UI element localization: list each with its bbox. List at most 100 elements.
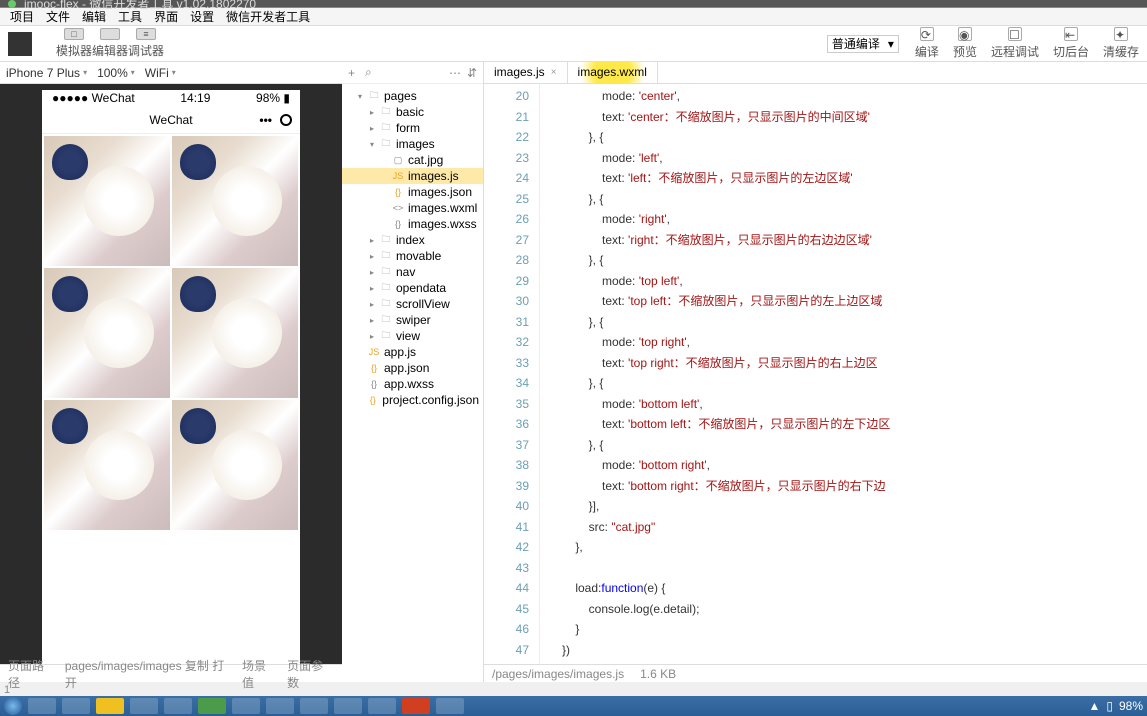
tree-collapse-icon[interactable]: ⇵ <box>467 66 477 80</box>
status-time: 14:19 <box>180 91 210 105</box>
images-grid <box>42 134 300 532</box>
footer-path-label: 页面路径 <box>8 657 55 691</box>
tree-item-images[interactable]: ▾🗀images <box>342 136 483 152</box>
code-content[interactable]: mode: 'center', text: 'center：不缩放图片，只显示图… <box>540 84 1147 664</box>
tree-item-view[interactable]: ▸🗀view <box>342 328 483 344</box>
tree-item-images.wxml[interactable]: <>images.wxml <box>342 200 483 216</box>
tree-item-form[interactable]: ▸🗀form <box>342 120 483 136</box>
tab-close-icon[interactable]: × <box>551 67 557 78</box>
taskbar-item[interactable] <box>436 698 464 714</box>
tree-item-app.json[interactable]: {}app.json <box>342 360 483 376</box>
footer-path-value[interactable]: pages/images/images 复制 打开 <box>65 657 232 691</box>
tree-toolbar: + ⌕ ⋯ ⇵ <box>342 62 483 84</box>
menu-item[interactable]: 工具 <box>114 8 146 25</box>
line-number-overlay: 1 <box>4 684 10 696</box>
toolbar-编译[interactable]: ⟳编译 <box>915 27 939 60</box>
taskbar-item[interactable] <box>130 698 158 714</box>
menu-item[interactable]: 微信开发者工具 <box>222 8 314 25</box>
tree-item-images.wxss[interactable]: {}images.wxss <box>342 216 483 232</box>
image-preview <box>44 400 170 530</box>
menu-dots-icon[interactable]: ••• <box>259 113 272 127</box>
menu-item[interactable]: 项目 <box>6 8 38 25</box>
tree-item-index[interactable]: ▸🗀index <box>342 232 483 248</box>
image-preview <box>172 400 298 530</box>
simulator-footer: 页面路径 pages/images/images 复制 打开 场景值 页面参数 <box>0 664 342 682</box>
nav-title: WeChat <box>149 113 192 127</box>
close-circle-icon[interactable] <box>280 114 292 126</box>
taskbar-item[interactable] <box>198 698 226 714</box>
simulator-panel: iPhone 7 Plus▾ 100%▾ WiFi▾ ●●●●● WeChat … <box>0 62 342 682</box>
menu-item[interactable]: 编辑 <box>78 8 110 25</box>
menu-item[interactable]: 设置 <box>186 8 218 25</box>
tree-item-nav[interactable]: ▸🗀nav <box>342 264 483 280</box>
line-gutter: 2021222324252627282930313233343536373839… <box>484 84 540 664</box>
editor-footer: /pages/images/images.js 1.6 KB <box>484 664 1147 682</box>
device-select[interactable]: iPhone 7 Plus▾ <box>6 66 87 80</box>
panel-toggle-group: □模拟器编辑器≡调试器 <box>56 28 164 59</box>
tree-item-app.wxss[interactable]: {}app.wxss <box>342 376 483 392</box>
footer-params[interactable]: 页面参数 <box>287 657 334 691</box>
toolbar-远程调试[interactable]: ☐远程调试 <box>991 27 1039 60</box>
taskbar-item[interactable] <box>266 698 294 714</box>
compile-mode-select[interactable]: 普通编译 ▾ <box>827 35 899 53</box>
tray-icon[interactable]: ▲ <box>1088 699 1100 713</box>
search-icon[interactable]: ⌕ <box>365 65 372 80</box>
toolbar-预览[interactable]: ◉预览 <box>953 27 977 60</box>
tree-item-cat.jpg[interactable]: ▢cat.jpg <box>342 152 483 168</box>
os-taskbar: ▲ ▯ 98% <box>0 696 1147 716</box>
network-select[interactable]: WiFi▾ <box>145 66 176 80</box>
tree-item-movable[interactable]: ▸🗀movable <box>342 248 483 264</box>
zoom-select[interactable]: 100%▾ <box>97 66 135 80</box>
window-titlebar: imooc-flex - 微信开发者工具 v1.02.1802270 <box>0 0 1147 8</box>
editor-file-size: 1.6 KB <box>640 667 676 681</box>
taskbar-item[interactable] <box>4 697 22 715</box>
tree-item-images.js[interactable]: JSimages.js <box>342 168 483 184</box>
taskbar-item[interactable] <box>62 698 90 714</box>
footer-scene[interactable]: 场景值 <box>242 657 277 691</box>
tab-images.wxml[interactable]: images.wxml <box>568 61 658 83</box>
taskbar-item[interactable] <box>96 698 124 714</box>
menu-item[interactable]: 文件 <box>42 8 74 25</box>
toolbar-清缓存[interactable]: ✦清缓存 <box>1103 27 1139 60</box>
tree-item-opendata[interactable]: ▸🗀opendata <box>342 280 483 296</box>
taskbar-item[interactable] <box>402 698 430 714</box>
tree-item-pages[interactable]: ▾🗀pages <box>342 88 483 104</box>
simulator-controls: iPhone 7 Plus▾ 100%▾ WiFi▾ <box>0 62 342 84</box>
tree-item-swiper[interactable]: ▸🗀swiper <box>342 312 483 328</box>
taskbar-item[interactable] <box>28 698 56 714</box>
file-tree-panel: + ⌕ ⋯ ⇵ ▾🗀pages▸🗀basic▸🗀form▾🗀images▢cat… <box>342 62 484 682</box>
tree-item-scrollView[interactable]: ▸🗀scrollView <box>342 296 483 312</box>
tree-more-icon[interactable]: ⋯ <box>449 66 461 80</box>
chevron-down-icon: ▾ <box>131 68 135 77</box>
tree-item-basic[interactable]: ▸🗀basic <box>342 104 483 120</box>
system-tray[interactable]: ▲ ▯ 98% <box>1088 699 1143 713</box>
taskbar-item[interactable] <box>232 698 260 714</box>
tree-item-app.js[interactable]: JSapp.js <box>342 344 483 360</box>
new-file-icon[interactable]: + <box>348 66 355 80</box>
battery-percent: 98% <box>1119 699 1143 713</box>
image-preview <box>44 136 170 266</box>
menu-item[interactable]: 界面 <box>150 8 182 25</box>
phone-status-bar: ●●●●● WeChat 14:19 98% ▮ <box>42 90 300 106</box>
code-panel: images.js×images.wxml 202122232425262728… <box>484 62 1147 682</box>
phone-simulator: ●●●●● WeChat 14:19 98% ▮ WeChat ••• <box>42 90 300 664</box>
chevron-down-icon: ▾ <box>888 37 894 51</box>
window-dot-icon <box>8 0 16 8</box>
image-preview <box>44 268 170 398</box>
image-preview <box>172 268 298 398</box>
panel-toggle-调试器[interactable]: ≡调试器 <box>128 28 164 59</box>
tree-item-images.json[interactable]: {}images.json <box>342 184 483 200</box>
taskbar-item[interactable] <box>368 698 396 714</box>
tab-images.js[interactable]: images.js× <box>484 61 568 83</box>
carrier-label: ●●●●● WeChat <box>52 91 135 105</box>
toolbar-切后台[interactable]: ⇤切后台 <box>1053 27 1089 60</box>
battery-icon: ▯ <box>1106 699 1113 713</box>
tree-item-project.config.json[interactable]: {}project.config.json <box>342 392 483 408</box>
taskbar-item[interactable] <box>334 698 362 714</box>
user-avatar[interactable] <box>8 32 32 56</box>
code-editor[interactable]: 2021222324252627282930313233343536373839… <box>484 84 1147 664</box>
panel-toggle-编辑器[interactable]: 编辑器 <box>92 28 128 59</box>
taskbar-item[interactable] <box>300 698 328 714</box>
taskbar-item[interactable] <box>164 698 192 714</box>
panel-toggle-模拟器[interactable]: □模拟器 <box>56 28 92 59</box>
